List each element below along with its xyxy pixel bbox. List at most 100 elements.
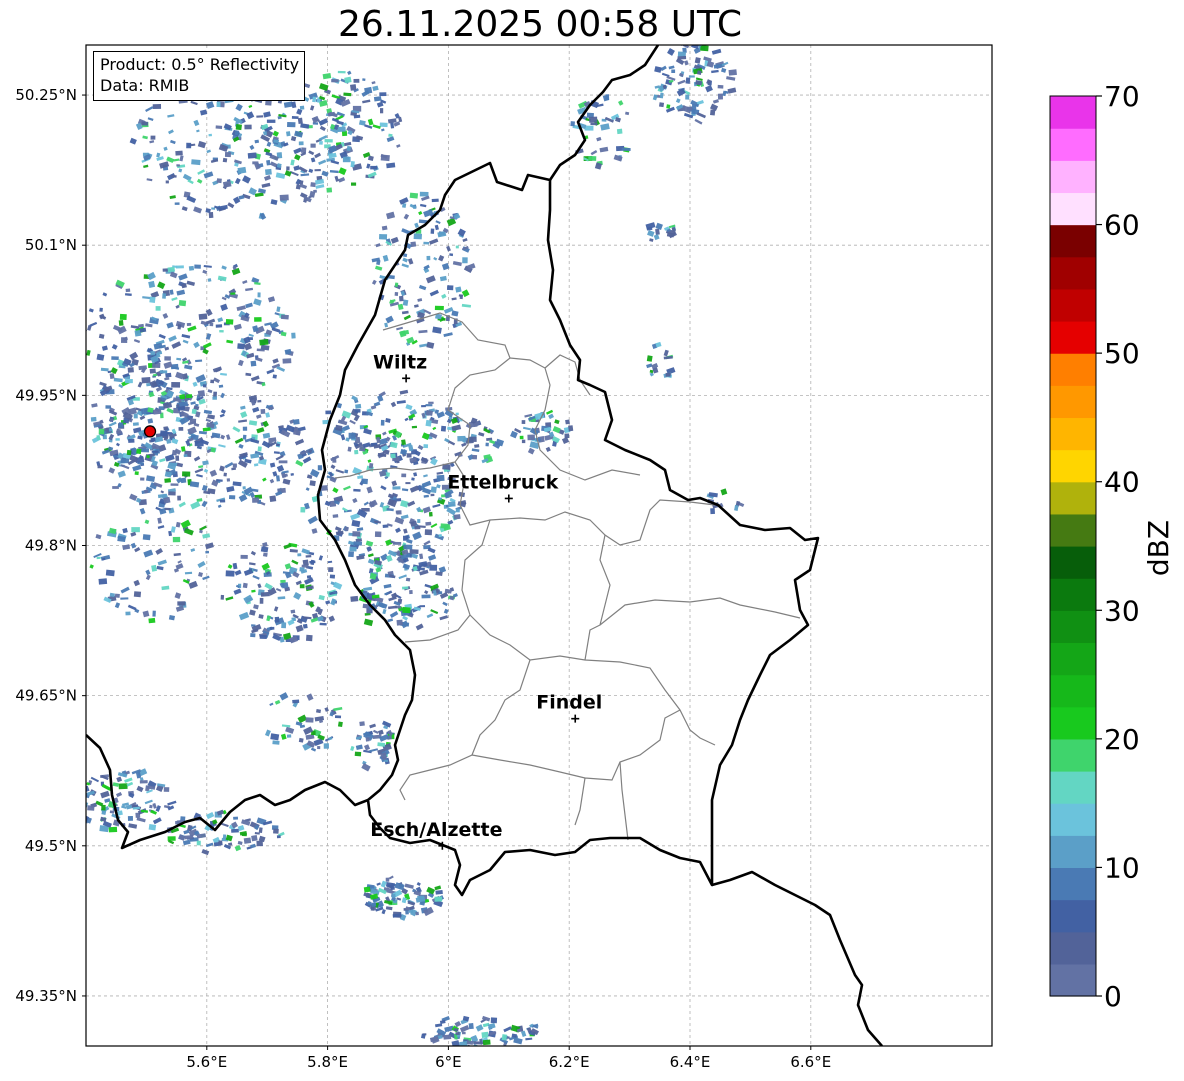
radar-echo-cell [196,473,203,478]
radar-echo-cell [412,531,422,541]
radar-echo-cell [139,780,148,784]
radar-echo-cell [337,721,343,727]
radar-echo-cell [156,565,164,571]
radar-echo-cell [406,453,412,458]
radar-echo-cell [332,487,339,494]
radar-echo-cell [590,122,598,126]
radar-echo-cell [253,463,259,467]
radar-echo-cell [175,521,181,528]
radar-echo-cell [461,303,472,308]
radar-echo-cell [219,413,225,418]
radar-echo-cell [190,548,196,552]
radar-echo-cell [426,255,431,261]
radar-echo-cell [115,438,120,441]
radar-echo-cell [717,84,724,89]
radar-echo-cell [363,886,371,893]
radar-echo-cell [257,292,261,298]
radar-echo-cell [353,488,361,492]
radar-echo-cell [218,840,223,845]
radar-echo-cell [148,617,156,624]
radar-echo-cell [272,358,279,364]
radar-echo-cell [472,1043,482,1046]
radar-echo-cell [273,451,280,454]
radar-echo-cell [334,715,342,719]
radar-echo-cell [264,729,271,737]
radar-echo-cell [266,141,272,147]
radar-echo-cell [409,192,419,199]
radar-echo-cell [315,184,325,189]
radar-echo-cell [145,574,151,581]
radar-echo-cell [186,322,192,326]
radar-echo-cell [442,601,448,607]
radar-echo-cell [171,382,181,388]
radar-echo-cell [152,802,157,809]
germany-border-north [548,45,660,181]
radar-echo-cell [351,182,357,186]
radar-echo-cell [126,449,132,456]
radar-echo-cell [294,438,305,446]
radar-echo-cell [266,159,271,166]
radar-echo-cell [259,597,264,604]
radar-echo-cell [401,310,409,315]
radar-echo-cell [141,121,149,126]
radar-echo-cell [275,587,282,592]
radar-echo-cell [172,158,180,162]
radar-echo-cell [409,485,420,493]
radar-site-marker [143,425,157,438]
radar-echo-cell [390,886,395,890]
radar-echo-cell [618,100,624,106]
radar-echo-cell [282,478,291,485]
radar-echo-cell [717,93,724,100]
lat-tick-label: 49.35°N [15,987,77,1005]
radar-echo-cell [513,1037,523,1045]
radar-echo-cell [182,471,191,477]
radar-echo-cell [440,425,447,432]
radar-echo-cell [439,615,449,621]
radar-echo-cell [299,567,305,572]
radar-echo-cell [363,501,369,506]
radar-echo-cell [382,254,389,262]
axis-ticks: 5.6°E 5.8°E 6°E 6.2°E 6.4°E 6.6°E 50.25°N 50.1°… [15,86,831,1071]
radar-echo-cell [306,693,314,701]
radar-echo-cell [119,313,127,321]
radar-echo-cell [316,709,322,714]
radar-echo-cell [298,737,304,743]
radar-echo-cell [429,564,438,571]
radar-echo-cell [330,464,336,470]
radar-echo-cell [275,454,284,461]
radar-echo-cell [403,544,413,550]
radar-echo-cell [251,835,258,842]
radar-echo-cell [130,531,137,537]
radar-echo-cell [166,438,172,444]
radar-echo-cell [363,428,372,435]
radar-echo-cell [408,444,414,452]
colorbar-segment [1050,288,1096,322]
radar-echo-cell [295,624,304,633]
radar-echo-cell [175,455,180,461]
radar-echo-cell [152,104,162,109]
radar-echo-cell [153,408,162,415]
radar-echo-cell [621,147,631,152]
radar-echo-cell [124,777,133,783]
radar-echo-cell [285,131,291,137]
radar-echo-cell [183,527,194,536]
radar-echo-cell [352,531,361,537]
radar-echo-cell [207,414,215,420]
radar-echo-cell [167,114,175,118]
canton-border-vianden [544,354,591,396]
radar-echo-cell [99,381,107,387]
radar-echo-cell [396,144,401,148]
radar-echo-cell [157,281,166,290]
radar-echo-cell [207,389,213,394]
radar-echo-cell [301,548,310,555]
radar-echo-cell [149,368,156,374]
radar-echo-cell [415,911,419,916]
radar-echo-cell [235,124,242,131]
radar-echo-cell [150,351,156,356]
radar-echo-cell [145,475,156,482]
colorbar-segment [1050,417,1096,451]
radar-echo-cell [443,332,453,338]
radar-echo-cell [145,569,151,576]
radar-echo-cell [310,182,316,188]
radar-echo-cell [173,552,181,557]
